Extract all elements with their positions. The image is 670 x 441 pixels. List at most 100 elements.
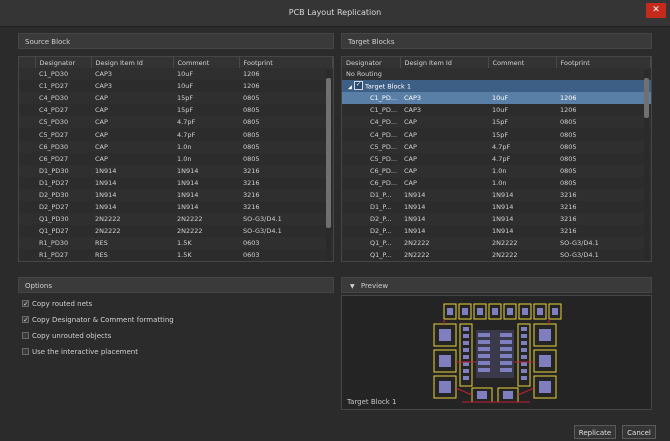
option-checkbox[interactable] [22,348,29,355]
source-col-comment[interactable]: Comment [173,57,240,68]
table-row[interactable]: D2_P... 1N914 1N914 3216 [342,213,651,225]
option-0[interactable]: Copy routed nets [22,298,92,310]
no-routing-row[interactable]: No Routing [342,68,651,80]
pcb-trace [455,387,473,396]
table-row[interactable]: C6_PD... CAP 1.0n 0805 [342,165,651,177]
target-col-item-id[interactable]: Design Item Id [400,57,489,68]
table-cell: 3216 [560,215,577,224]
table-row[interactable]: D2_PD27 1N914 1N914 3216 [19,201,333,214]
option-3[interactable]: Use the interactive placement [22,346,138,358]
table-row[interactable]: Q1_PD30 2N2222 2N2222 SO-G3/D4.1 [19,213,333,225]
table-cell: 1.0n [177,142,192,151]
table-row[interactable]: C5_PD... CAP 4.7pF 0805 [342,141,651,153]
preview-caption: Target Block 1 [347,398,397,406]
table-cell: CAP [91,152,173,165]
table-cell: CAP3 [91,80,173,93]
pcb-pad [477,308,483,315]
table-cell: 0805 [239,128,333,141]
cancel-button[interactable]: Cancel [622,425,656,439]
collapse-arrow-icon[interactable]: ◢ [348,84,352,90]
table-cell: D2_PD30 [39,190,69,199]
table-cell: D1_P... [370,190,392,199]
table-cell: 0805 [560,166,577,175]
pcb-pad [439,329,451,341]
option-2[interactable]: Copy unrouted objects [22,330,111,342]
option-checkbox[interactable] [22,332,29,339]
source-scrollbar[interactable] [326,70,331,260]
pcb-pad [503,391,513,399]
target-scroll-thumb[interactable] [644,78,649,118]
table-cell: 0805 [556,176,651,189]
table-row[interactable]: D1_PD27 1N914 1N914 3216 [19,176,333,189]
table-cell: CAP [91,104,173,117]
table-row[interactable]: C6_PD30 CAP 1.0n 0805 [19,141,333,153]
table-row[interactable]: C4_PD... CAP 15pF 0805 [342,128,651,141]
table-cell: C4_PD... [342,128,400,141]
pcb-preview-graphic [433,303,562,403]
table-row[interactable]: D1_P... 1N914 1N914 3216 [342,201,651,214]
table-cell: 10uF [488,92,556,105]
title-bar: PCB Layout Replication ✕ [0,0,670,27]
table-cell: 0805 [556,152,651,165]
table-cell: 1N914 [404,190,426,199]
table-row[interactable]: C5_PD30 CAP 4.7pF 0805 [19,116,333,128]
table-cell: 2N2222 [95,215,121,224]
table-row[interactable]: C4_PD27 CAP 15pF 0805 [19,104,333,117]
table-row[interactable]: C1_PD27 CAP3 10uF 1206 [19,80,333,93]
target-block-checkbox[interactable]: ✓ [353,80,363,90]
table-row[interactable]: R1_PD27 RES 1.5K 0603 [19,249,333,261]
source-col-footprint[interactable]: Footprint [239,57,333,68]
pcb-pad [478,333,490,337]
source-scroll-thumb[interactable] [326,78,331,228]
table-cell: 0805 [243,142,260,151]
source-col-designator[interactable]: Designator [35,57,92,68]
table-row[interactable]: C6_PD27 CAP 1.0n 0805 [19,152,333,165]
table-cell: Q1_PD27 [35,225,91,238]
table-row[interactable]: C4_PD... CAP 15pF 0805 [342,116,651,128]
table-cell: 1N914 [91,201,173,214]
table-row[interactable]: C1_PD... CAP3 10uF 1206 [342,92,651,105]
target-col-designator[interactable]: Designator [342,57,401,68]
option-checkbox[interactable] [22,298,29,310]
target-col-footprint[interactable]: Footprint [556,57,651,68]
table-cell: CAP [91,128,173,141]
table-cell: 0805 [560,142,577,151]
option-1[interactable]: Copy Designator & Comment formatting [22,314,174,326]
table-row[interactable]: D2_PD30 1N914 1N914 3216 [19,189,333,201]
table-row[interactable]: C5_PD27 CAP 4.7pF 0805 [19,128,333,141]
pcb-pad [521,369,527,373]
target-block-label: Target Block 1 [365,82,411,91]
source-col-item-id[interactable]: Design Item Id [91,57,174,68]
window-title: PCB Layout Replication [288,8,382,17]
table-row[interactable]: Q1_P... 2N2222 2N2222 SO-G3/D4.1 [342,249,651,261]
table-row[interactable]: D2_P... 1N914 1N914 3216 [342,225,651,238]
table-cell: 1N914 [488,201,556,214]
target-block-group-row[interactable]: ◢ ✓ Target Block 1 [342,80,651,93]
table-row[interactable]: Q1_P... 2N2222 2N2222 SO-G3/D4.1 [342,237,651,249]
table-cell: 2N2222 [404,239,430,248]
pcb-pad [500,347,512,351]
table-row[interactable]: D1_P... 1N914 1N914 3216 [342,189,651,201]
table-cell: Q1_PD30 [39,215,69,224]
table-cell: 0603 [243,239,260,248]
table-row[interactable]: Q1_PD27 2N2222 2N2222 SO-G3/D4.1 [19,225,333,238]
table-row[interactable]: C1_PD... CAP3 10uF 1206 [342,104,651,117]
preview-header[interactable]: ▼ Preview [341,277,652,293]
table-cell: CAP [404,118,417,127]
table-cell: 0805 [239,104,333,117]
table-cell: 1N914 [492,215,514,224]
close-icon[interactable]: ✕ [646,3,666,18]
table-cell: 2N2222 [173,225,239,238]
table-row[interactable]: C1_PD30 CAP3 10uF 1206 [19,68,333,80]
table-row[interactable]: C4_PD30 CAP 15pF 0805 [19,92,333,104]
option-checkbox[interactable] [22,314,29,326]
replicate-button[interactable]: Replicate [574,425,616,439]
table-row[interactable]: C5_PD... CAP 4.7pF 0805 [342,152,651,165]
table-cell: CAP [95,118,108,127]
table-row[interactable]: R1_PD30 RES 1.5K 0603 [19,237,333,249]
target-scrollbar[interactable] [644,70,649,260]
table-row[interactable]: D1_PD30 1N914 1N914 3216 [19,165,333,177]
table-row[interactable]: C6_PD... CAP 1.0n 0805 [342,176,651,189]
target-col-comment[interactable]: Comment [488,57,557,68]
table-cell: 15pF [488,128,556,141]
